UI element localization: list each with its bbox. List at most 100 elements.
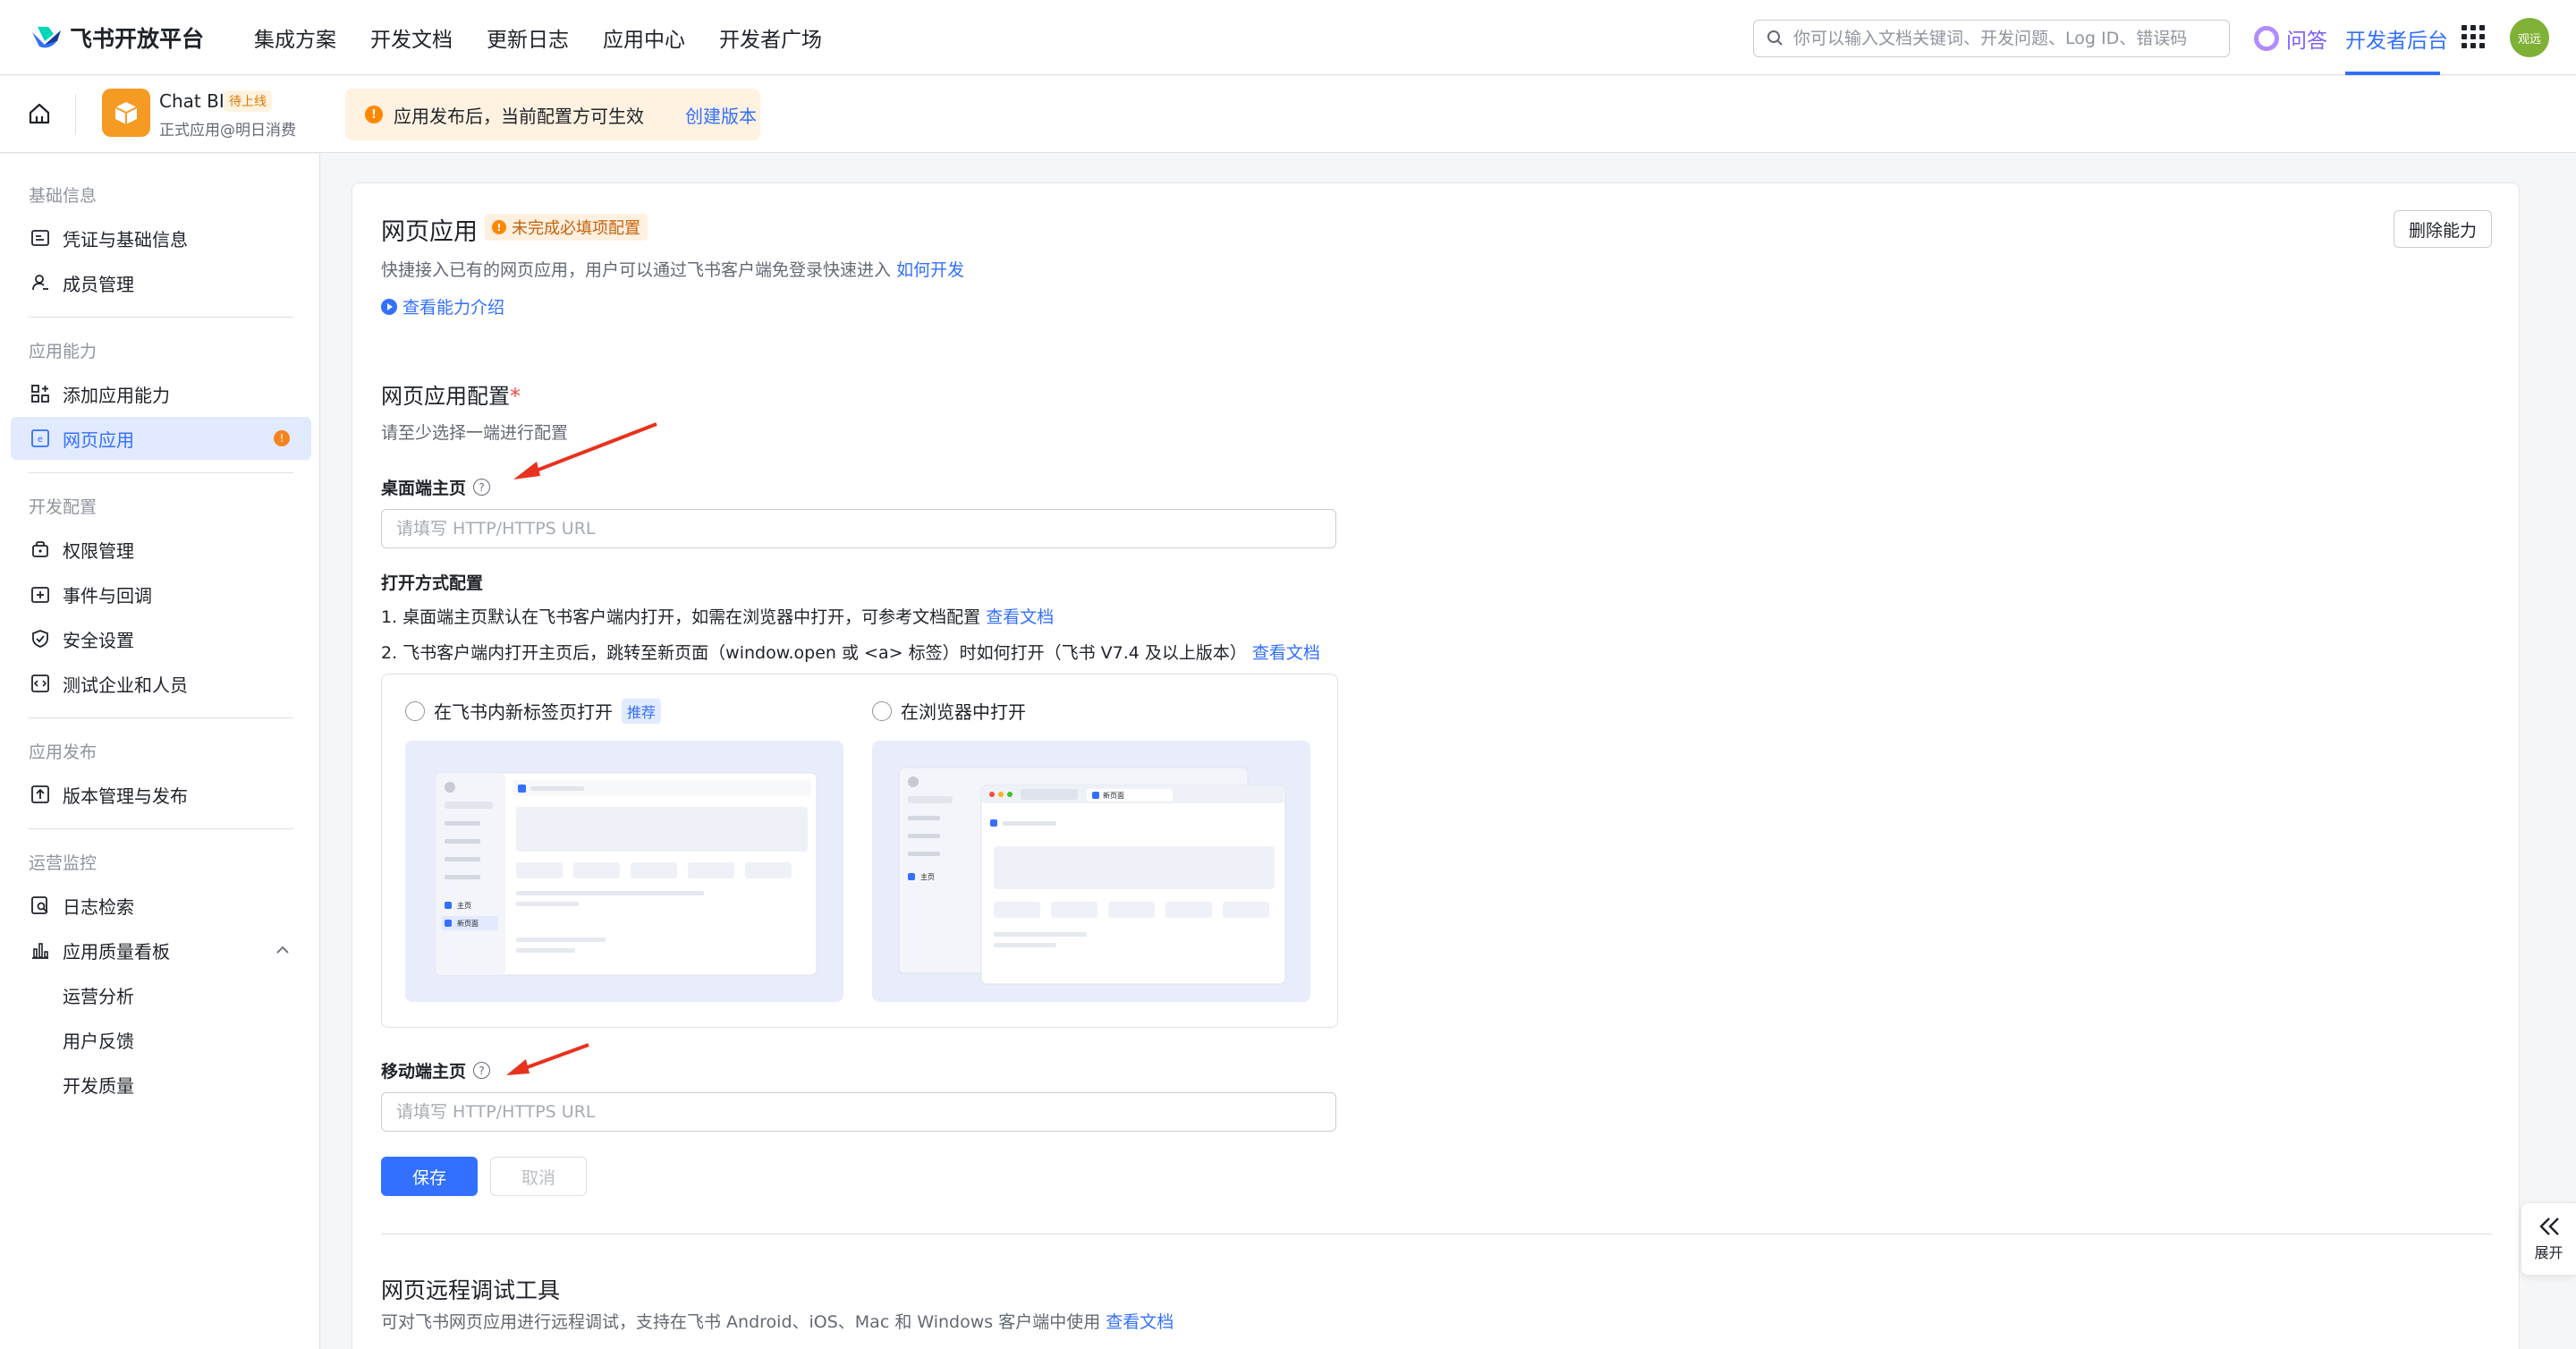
active-tab-underline [2345, 72, 2440, 75]
doc-link-2[interactable]: 查看文档 [1252, 643, 1320, 663]
sidebar-item-logs[interactable]: 日志检索 [11, 884, 311, 927]
open-note-1: 1. 桌面端主页默认在飞书客户端内打开，如需在浏览器中打开，可参考文档配置 查看… [381, 604, 1054, 628]
sidebar-item-add-ability[interactable]: 添加应用能力 [11, 372, 311, 415]
sidebar-item-label: 开发质量 [63, 1074, 134, 1097]
warning-icon: ! [492, 220, 506, 234]
sidebar-item-feedback[interactable]: 用户反馈 [11, 1018, 311, 1061]
sidebar-item-label: 凭证与基础信息 [63, 228, 188, 250]
app-status-badge: 待上线 [224, 90, 272, 112]
home-icon[interactable] [27, 101, 52, 126]
preview-new-tab-illustration: 主页 新页面 [435, 772, 818, 976]
sidebar-item-label: 运营分析 [63, 985, 134, 1007]
nav-app-center[interactable]: 应用中心 [603, 22, 685, 53]
how-to-link[interactable]: 如何开发 [896, 260, 964, 280]
sidebar-item-label: 权限管理 [63, 539, 134, 562]
nav-docs[interactable]: 开发文档 [370, 22, 453, 53]
option-browser-radio[interactable]: 在浏览器中打开 [872, 698, 1026, 724]
sidebar-item-test-org[interactable]: 测试企业和人员 [11, 662, 311, 705]
shield-icon [30, 629, 50, 649]
divider [75, 94, 76, 135]
mobile-label: 移动端主页 ? [381, 1058, 491, 1082]
help-icon[interactable]: ? [473, 1062, 491, 1079]
desktop-url-input[interactable] [381, 509, 1336, 548]
mobile-url-input[interactable] [381, 1092, 1336, 1132]
delete-ability-button[interactable]: 删除能力 [2393, 210, 2492, 248]
nav-dev-square[interactable]: 开发者广场 [719, 22, 822, 53]
app-name: Chat BI [159, 90, 225, 112]
open-mode-selector: 在飞书内新标签页打开 推荐 在浏览器中打开 主页 新页面 主页 新页面 [381, 674, 1338, 1028]
chevron-up-icon[interactable] [275, 946, 290, 954]
cancel-button: 取消 [490, 1157, 587, 1196]
preview-newpage-label: 新页面 [457, 919, 479, 928]
sidebar-item-permissions[interactable]: 权限管理 [11, 528, 311, 571]
help-icon[interactable]: ? [473, 479, 491, 496]
intro-link-text: 查看能力介绍 [402, 298, 505, 318]
preview-home-label: 主页 [457, 901, 471, 910]
intro-link[interactable]: 查看能力介绍 [381, 294, 504, 318]
config-title-text: 网页应用配置 [381, 384, 510, 409]
doc-link-1[interactable]: 查看文档 [986, 607, 1054, 627]
sidebar-item-ops-analysis[interactable]: 运营分析 [11, 973, 311, 1016]
sidebar-item-versions[interactable]: 版本管理与发布 [11, 773, 311, 816]
code-icon [30, 674, 50, 693]
config-title: 网页应用配置* [381, 378, 521, 410]
logo[interactable]: 飞书开放平台 [29, 21, 204, 54]
sidebar-item-credentials[interactable]: 凭证与基础信息 [11, 216, 311, 259]
sidebar-item-events[interactable]: 事件与回调 [11, 573, 311, 615]
search-input[interactable] [1793, 29, 2214, 48]
user-avatar[interactable]: 观远 [2510, 18, 2549, 57]
nav-changelog[interactable]: 更新日志 [487, 22, 569, 53]
user-icon [30, 273, 50, 293]
option-browser-label: 在浏览器中打开 [901, 701, 1026, 723]
option-new-tab-radio[interactable]: 在飞书内新标签页打开 推荐 [405, 698, 662, 724]
search-box[interactable] [1753, 20, 2230, 57]
description-text: 快捷接入已有的网页应用，用户可以通过飞书客户端免登录快速进入 [381, 260, 892, 280]
sidebar-item-members[interactable]: 成员管理 [11, 261, 311, 304]
description: 快捷接入已有的网页应用，用户可以通过飞书客户端免登录快速进入 如何开发 [381, 257, 964, 281]
box-icon [114, 102, 138, 124]
sidebar-item-label: 版本管理与发布 [63, 785, 188, 807]
dev-console-link[interactable]: 开发者后台 [2345, 23, 2448, 54]
sidebar-group-basic: 基础信息 [29, 186, 97, 206]
sidebar-item-dev-quality[interactable]: 开发质量 [11, 1063, 311, 1106]
incomplete-tag-text: 未完成必填项配置 [512, 219, 640, 238]
feishu-logo-icon [32, 26, 61, 47]
mobile-label-text: 移动端主页 [381, 1062, 467, 1082]
web-app-card: 网页应用 ! 未完成必填项配置 删除能力 快捷接入已有的网页应用，用户可以通过飞… [352, 182, 2520, 1349]
publish-notice: ! 应用发布后，当前配置方可生效 创建版本 [345, 89, 760, 140]
apps-grid-icon[interactable] [2462, 25, 2485, 48]
sidebar-item-web-app[interactable]: e 网页应用 ! [11, 417, 311, 460]
radio-circle [405, 700, 425, 721]
nav-integration[interactable]: 集成方案 [254, 22, 336, 53]
sidebar-item-quality[interactable]: 应用质量看板 [11, 929, 311, 971]
logo-text: 飞书开放平台 [70, 25, 205, 52]
search-icon [1767, 30, 1783, 46]
web-app-icon: e [30, 428, 50, 448]
incomplete-tag: ! 未完成必填项配置 [485, 214, 648, 241]
notice-text: 应用发布后，当前配置方可生效 [394, 105, 644, 127]
debug-doc-link[interactable]: 查看文档 [1106, 1312, 1174, 1332]
expand-panel-button[interactable]: 展开 [2521, 1202, 2576, 1276]
sidebar-item-label: 应用质量看板 [63, 940, 170, 963]
preview-browser[interactable]: 主页 新页面 [872, 741, 1310, 1002]
app-icon [102, 89, 150, 137]
open-config-label: 打开方式配置 [381, 573, 484, 593]
qa-icon [2254, 26, 2279, 51]
preview-new-tab[interactable]: 主页 新页面 [405, 741, 843, 1002]
preview-newpage-label: 新页面 [1103, 791, 1124, 800]
preview-home-label: 主页 [920, 872, 935, 881]
sidebar-item-label: 网页应用 [63, 428, 134, 451]
open-note-2: 2. 飞书客户端内打开主页后，跳转至新页面（window.open 或 <a> … [381, 640, 1320, 664]
sidebar-item-label: 测试企业和人员 [63, 674, 188, 696]
create-version-link[interactable]: 创建版本 [685, 102, 757, 128]
qa-button[interactable]: 问答 [2254, 23, 2327, 54]
annotation-arrow [506, 1043, 589, 1075]
save-button[interactable]: 保存 [381, 1157, 478, 1196]
app-header: Chat BI 待上线 正式应用@明日消费 ! 应用发布后，当前配置方可生效 创… [0, 76, 2576, 153]
add-apps-icon [30, 384, 50, 403]
sidebar-item-security[interactable]: 安全设置 [11, 617, 311, 660]
debug-tool-title: 网页远程调试工具 [381, 1277, 561, 1303]
warning-badge: ! [274, 430, 290, 446]
sidebar-group-publish: 应用发布 [29, 742, 97, 762]
play-icon [381, 298, 397, 315]
